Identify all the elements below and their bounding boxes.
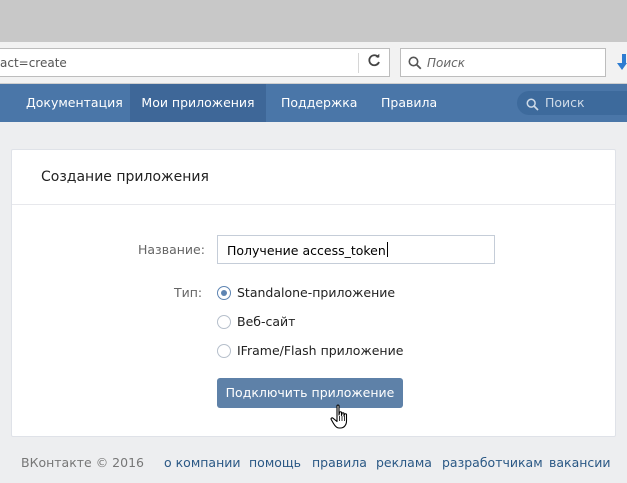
- browser-search-placeholder: Поиск: [427, 56, 466, 70]
- nav-item-rules[interactable]: Правила: [381, 84, 437, 122]
- card-header: Создание приложения: [12, 150, 615, 205]
- footer-link-about[interactable]: о компании: [164, 455, 241, 470]
- address-bar-separator: [358, 53, 359, 73]
- footer-link-rules[interactable]: правила: [312, 455, 367, 470]
- hand-cursor-icon: [330, 404, 352, 430]
- text-caret: [386, 242, 388, 257]
- search-icon: [526, 96, 539, 111]
- type-label: Тип:: [174, 285, 203, 300]
- name-label: Название:: [138, 242, 205, 257]
- footer-link-help[interactable]: помощь: [249, 455, 301, 470]
- app-name-input[interactable]: Получение access_token: [217, 235, 495, 264]
- address-bar[interactable]: act=create: [0, 48, 390, 77]
- app-name-text: Получение access_token: [227, 243, 386, 258]
- create-app-card: Создание приложения Название: Получение …: [11, 149, 616, 437]
- type-option-label[interactable]: Веб-сайт: [237, 314, 295, 329]
- reload-icon[interactable]: [366, 53, 384, 73]
- footer-link-developers[interactable]: разработчикам: [442, 455, 543, 470]
- radio-website[interactable]: [217, 315, 231, 329]
- browser-tabstrip: [0, 0, 627, 42]
- app-name-value: Получение access_token: [227, 242, 388, 258]
- page-title: Создание приложения: [41, 169, 209, 185]
- nav-item-documentation[interactable]: Документация: [12, 84, 137, 122]
- search-icon: [408, 55, 422, 70]
- footer-link-ads[interactable]: реклама: [376, 455, 432, 470]
- nav-item-my-apps[interactable]: Мои приложения: [130, 84, 266, 122]
- vk-search-input[interactable]: Поиск: [517, 91, 627, 115]
- type-option-label[interactable]: IFrame/Flash приложение: [237, 343, 403, 358]
- vk-search-placeholder: Поиск: [545, 95, 585, 110]
- download-icon[interactable]: [614, 52, 627, 74]
- radio-standalone[interactable]: [217, 286, 231, 300]
- page-footer: ВКонтакте © 2016 о компании помощь прави…: [0, 452, 627, 474]
- browser-search-input[interactable]: Поиск: [400, 48, 606, 77]
- type-option-label[interactable]: Standalone-приложение: [237, 285, 395, 300]
- nav-item-support[interactable]: Поддержка: [281, 84, 357, 122]
- vk-header: Документация Мои приложения Поддержка Пр…: [0, 84, 627, 122]
- connect-app-button[interactable]: Подключить приложение: [217, 378, 403, 408]
- radio-iframe[interactable]: [217, 344, 231, 358]
- address-bar-text: act=create: [0, 56, 67, 70]
- footer-copyright: ВКонтакте © 2016: [21, 455, 144, 470]
- footer-link-jobs[interactable]: вакансии: [549, 455, 611, 470]
